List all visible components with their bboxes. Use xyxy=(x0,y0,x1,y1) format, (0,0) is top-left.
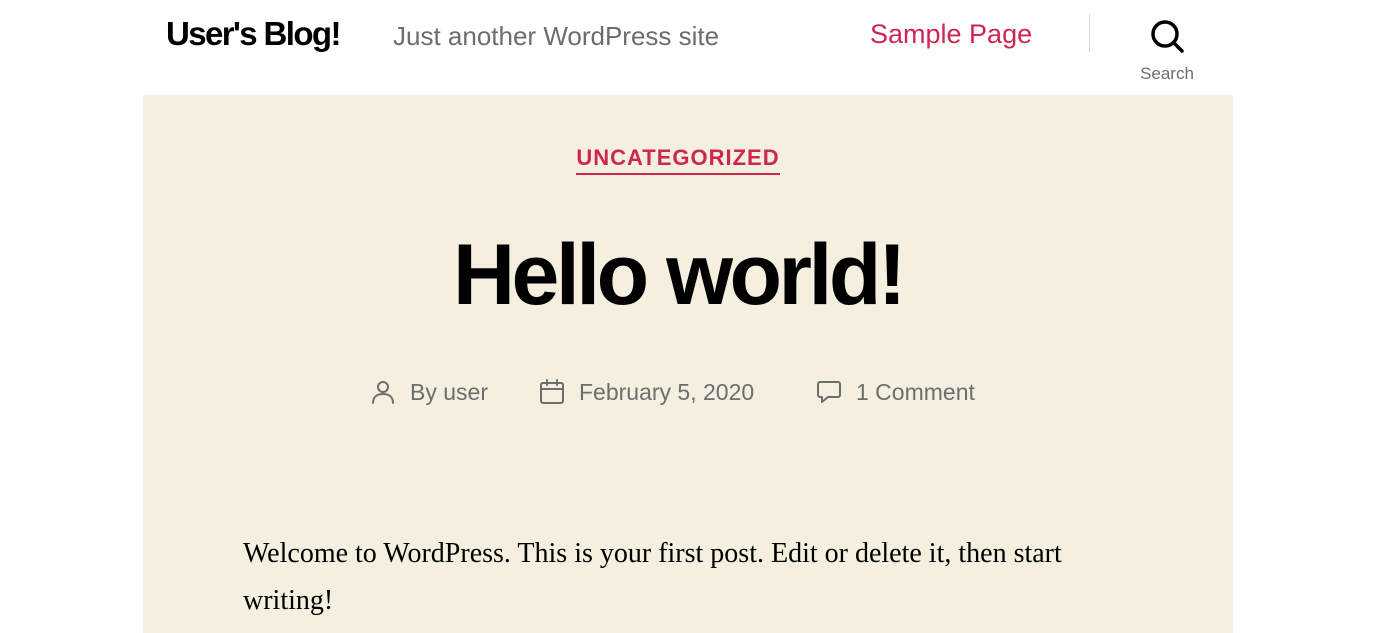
user-icon xyxy=(372,381,394,404)
entry-categories: UNCATEGORIZED xyxy=(143,143,1213,176)
comment-icon xyxy=(817,381,841,403)
site-description: Just another WordPress site xyxy=(393,21,720,51)
post-author: By user xyxy=(370,373,488,411)
nav-link-sample-page[interactable]: Sample Page xyxy=(870,16,1032,52)
search-toggle-label: Search xyxy=(1140,64,1194,83)
entry-content: Welcome to WordPress. This is your first… xyxy=(243,538,1062,616)
post-author-link[interactable]: By user xyxy=(410,379,488,406)
entry-title: Hello world! xyxy=(452,227,907,323)
post-comments: 1 Comment xyxy=(816,373,975,411)
post-date: February 5, 2020 xyxy=(539,373,754,411)
search-icon xyxy=(1151,20,1184,53)
post-meta: By user February 5, 2020 1 Comment xyxy=(143,373,1213,411)
category-link[interactable]: UNCATEGORIZED xyxy=(576,143,780,175)
calendar-icon xyxy=(540,379,564,404)
header-divider xyxy=(1089,14,1090,52)
search-toggle-button[interactable]: Search xyxy=(1127,14,1207,86)
post-comments-link[interactable]: 1 Comment xyxy=(856,379,975,406)
site-title[interactable]: User's Blog! xyxy=(166,12,341,56)
post-date-link[interactable]: February 5, 2020 xyxy=(579,379,754,406)
